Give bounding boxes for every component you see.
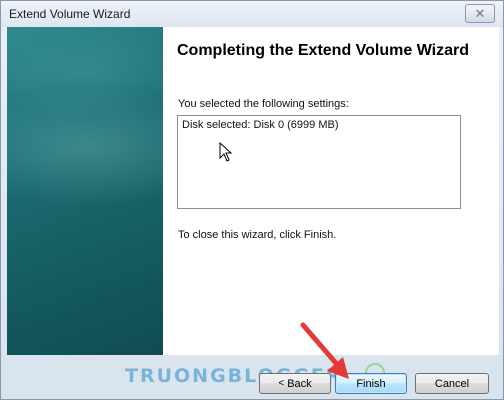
settings-summary-text: Disk selected: Disk 0 (6999 MB) [182, 119, 339, 131]
wizard-window: Extend Volume Wizard ✕ Completing the Ex… [0, 0, 504, 400]
cancel-button[interactable]: Cancel [415, 373, 489, 394]
title-bar[interactable]: Extend Volume Wizard ✕ [1, 1, 503, 27]
settings-label: You selected the following settings: [178, 98, 349, 110]
wizard-side-banner [7, 27, 163, 355]
wizard-content: Completing the Extend Volume Wizard You … [7, 27, 499, 355]
close-instruction: To close this wizard, click Finish. [178, 229, 337, 241]
banner-swoosh [7, 87, 163, 207]
mouse-cursor-icon [219, 142, 233, 162]
annotation-arrow-icon [300, 322, 349, 379]
close-icon: ✕ [474, 6, 486, 21]
window-title: Extend Volume Wizard [9, 7, 131, 21]
close-button[interactable]: ✕ [465, 4, 495, 23]
cancel-button-label: Cancel [434, 377, 470, 390]
page-title: Completing the Extend Volume Wizard [177, 42, 470, 59]
settings-summary-box[interactable]: Disk selected: Disk 0 (6999 MB) [177, 115, 461, 209]
back-chevron-icon: < [278, 378, 285, 389]
finish-button-label: Finish [356, 377, 386, 390]
